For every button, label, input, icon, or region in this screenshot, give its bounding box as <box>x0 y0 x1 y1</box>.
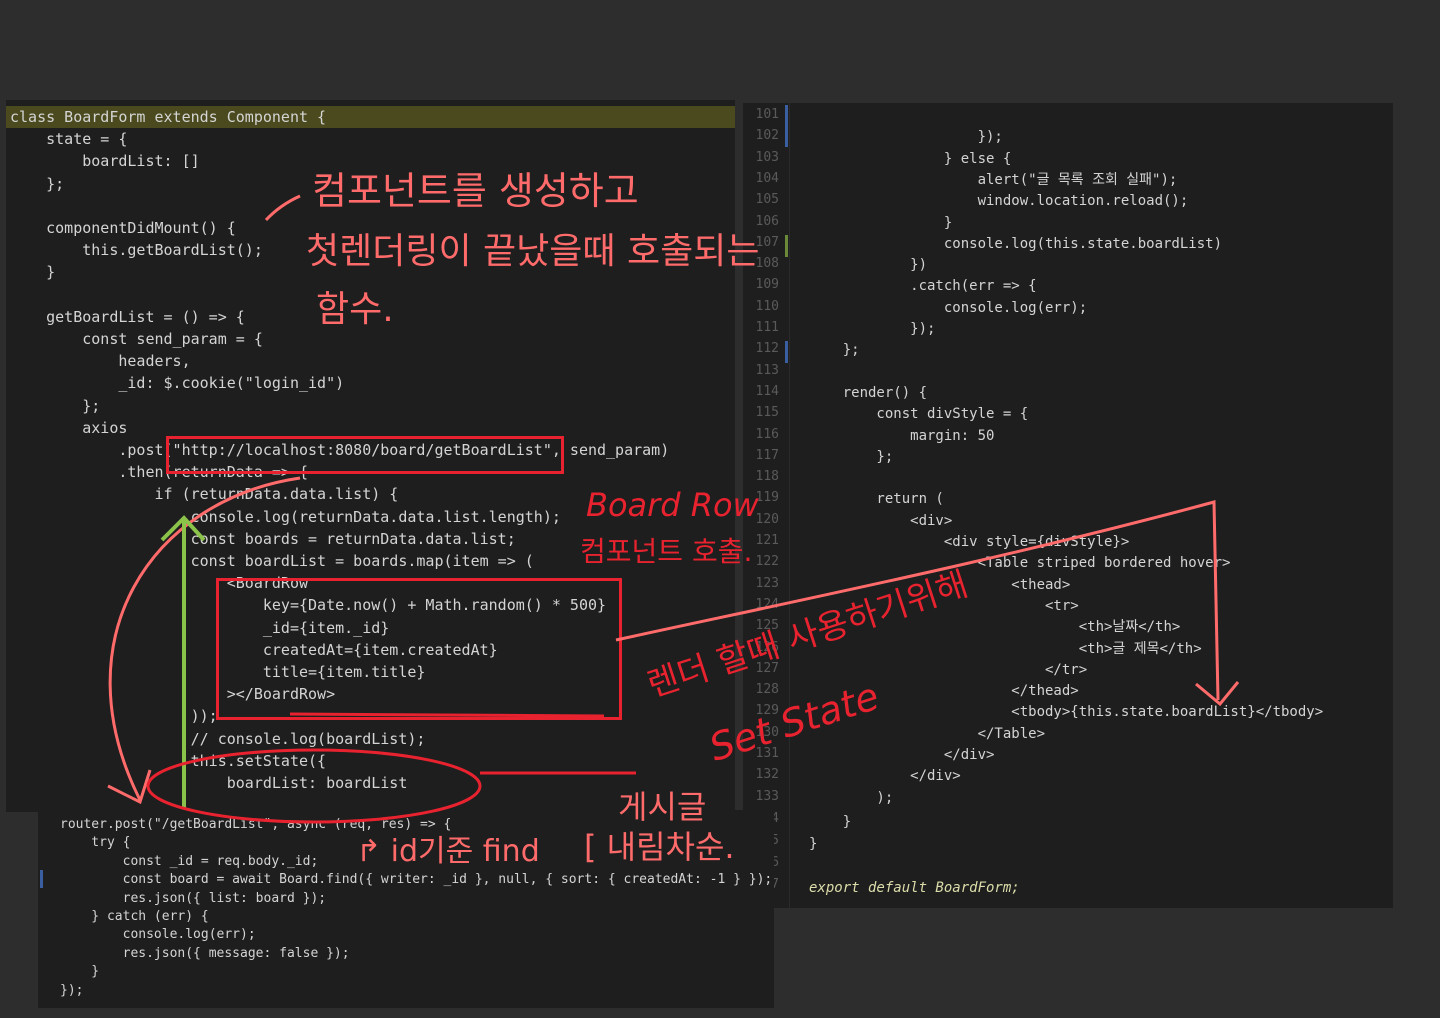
line-number: 112 <box>755 341 779 357</box>
code-line: }) <box>809 257 928 274</box>
line-number: 111 <box>755 320 779 335</box>
code-line: } else { <box>809 150 1012 167</box>
code-line: return ( <box>809 491 944 508</box>
code-line: console.log(returnData.data.list.length)… <box>10 507 561 526</box>
boardrow-highlight-box <box>216 578 622 720</box>
line-number: 109 <box>755 277 779 293</box>
code-line: <tbody>{this.state.boardList}</tbody> <box>809 704 1324 721</box>
code-line: const send_param = { <box>10 330 263 348</box>
code-line: <Table striped bordered hover> <box>809 555 1231 572</box>
code-line: } <box>809 814 852 830</box>
code-line: } catch (err) { <box>60 909 209 924</box>
code-line: headers, <box>10 352 191 371</box>
code-line: } <box>809 214 953 231</box>
line-number: 113 <box>755 362 779 378</box>
line-number: 123 <box>755 575 779 591</box>
line-number: 104 <box>755 170 779 186</box>
code-line: getBoardList = () => { <box>10 307 245 326</box>
note-component-mount-1: 컴포넌트를 생성하고 <box>312 169 639 213</box>
line-number: 101 <box>755 107 779 122</box>
code-line: } <box>809 836 818 852</box>
code-line: ); <box>809 789 894 806</box>
code-line: <div> <box>809 512 953 529</box>
code-line: }; <box>10 174 65 193</box>
line-number: 118 <box>755 469 779 485</box>
code-line: render() { <box>809 384 928 401</box>
note-component-mount-3: 함수. <box>316 289 394 330</box>
code-line: </div> <box>809 768 961 785</box>
line-number: 115 <box>755 405 779 421</box>
code-line: const boards = returnData.data.list; <box>10 529 516 548</box>
right-code-panel: 101 102 103 104 105 106 107 108 109 110 111 112 113 1… <box>743 103 1393 908</box>
code-line: if (returnData.data.list) { <box>10 485 399 504</box>
code-line: const board = await Board.find({ writer:… <box>60 872 773 888</box>
code-line: class BoardForm extends Component { <box>10 108 327 126</box>
code-line: res.json({ message: false }); <box>60 945 350 961</box>
url-highlight-box <box>166 436 564 474</box>
code-line: boardList: [] <box>10 152 200 171</box>
code-line: res.json({ list: board }); <box>60 890 327 906</box>
code-line: .catch(err => { <box>809 278 1037 295</box>
code-line: </div> <box>809 747 995 763</box>
code-line: }); <box>809 321 936 337</box>
code-line: boardList: boardList <box>10 774 408 792</box>
code-line: </tr> <box>809 661 1088 678</box>
line-number: 105 <box>755 192 779 208</box>
code-line: const boardList = boards.map(item => ( <box>10 552 534 570</box>
code-line: this.setState({ <box>10 751 327 770</box>
line-number: 114 <box>755 383 779 399</box>
code-line: margin: 50 <box>809 427 995 444</box>
code-line: } <box>10 263 56 282</box>
code-line: const _id = req.body._id; <box>60 853 319 869</box>
code-line: try { <box>60 835 131 851</box>
code-line: }); <box>809 129 1003 146</box>
note-component-mount-2: 첫렌더링이 끝났을때 호출되는 <box>306 231 760 272</box>
code-line: alert("글 목록 조회 실패"); <box>809 171 1178 188</box>
code-line: this.getBoardList(); <box>10 241 263 260</box>
code-line: _id: $.cookie("login_id") <box>10 374 345 393</box>
line-number: 102 <box>755 128 779 144</box>
note-find: ↱ id기준 find <box>356 834 540 869</box>
code-line: // console.log(boardList); <box>10 729 426 748</box>
code-line: console.log(err); <box>809 299 1088 316</box>
code-line: const divStyle = { <box>809 406 1029 423</box>
code-line: componentDidMount() { <box>10 219 236 237</box>
line-number: 103 <box>755 149 779 165</box>
line-number: 116 <box>755 426 779 442</box>
code-line: }; <box>10 396 101 415</box>
router-gutter-mark <box>40 870 43 888</box>
gutter-mark-1 <box>785 105 788 147</box>
line-number: 124 <box>755 596 779 612</box>
code-line: window.location.reload(); <box>809 193 1189 210</box>
code-line: <div style={divStyle}> <box>809 534 1130 550</box>
code-line: <th>글 제목</th> <box>809 640 1202 657</box>
line-number: 132 <box>755 767 779 783</box>
note-board-row-2: 컴포넌트 호출. <box>580 535 753 568</box>
note-post-sort-2: [ 내림차순. <box>584 828 735 866</box>
line-number: 110 <box>755 298 779 314</box>
line-number: 128 <box>755 682 779 698</box>
code-line: axios <box>10 418 128 437</box>
code-line: export default BoardForm; <box>809 880 1020 896</box>
code-line: )); <box>10 707 218 726</box>
gutter-mark-2 <box>785 235 788 257</box>
line-number: 133 <box>755 788 779 804</box>
code-line: }; <box>809 448 894 465</box>
line-number: 117 <box>755 447 779 463</box>
code-line: } <box>60 964 100 980</box>
code-line: console.log(err); <box>60 927 256 943</box>
code-line: }); <box>60 982 84 998</box>
note-board-row-1: Board Row <box>586 486 759 524</box>
code-line: }; <box>809 342 860 359</box>
gutter-mark-3 <box>785 341 788 363</box>
code-line: console.log(this.state.boardList) <box>809 235 1223 252</box>
code-line: state = { <box>10 130 128 149</box>
